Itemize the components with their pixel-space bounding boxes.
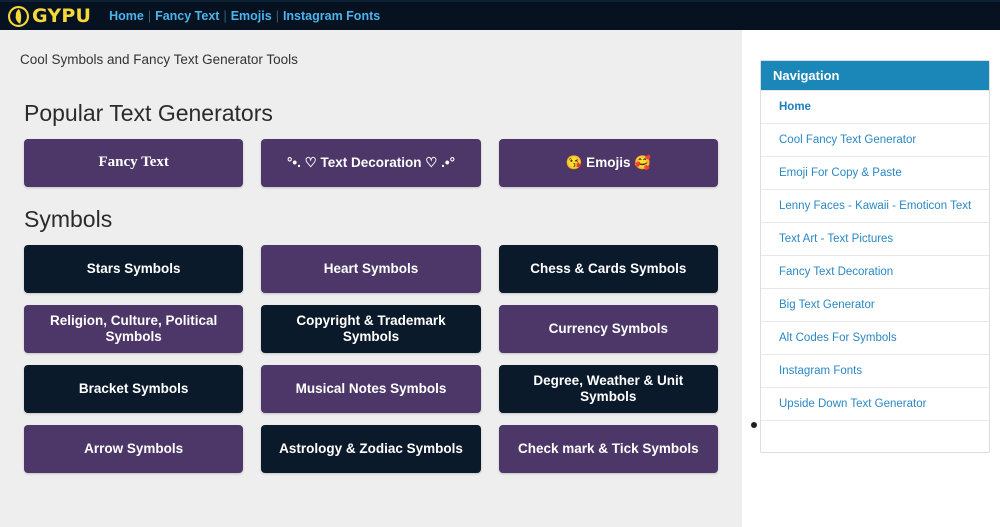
popular-section-title: Popular Text Generators xyxy=(24,100,722,127)
sidebar-item-cool-fancy-text-generator[interactable]: Cool Fancy Text Generator xyxy=(761,123,989,156)
nav-link-emojis[interactable]: Emojis xyxy=(227,9,276,23)
navigation-sidebar: Navigation Home Cool Fancy Text Generato… xyxy=(760,60,990,453)
popular-generators-grid: Fancy Text °•. ♡ Text Decoration ♡ .•° 😘… xyxy=(20,139,722,187)
site-logo[interactable]: GYPU xyxy=(8,6,91,27)
tile-copyright-trademark-symbols[interactable]: Copyright & Trademark Symbols xyxy=(261,305,480,353)
symbols-grid: Stars Symbols Heart Symbols Chess & Card… xyxy=(20,245,722,473)
tile-heart-symbols[interactable]: Heart Symbols xyxy=(261,245,480,293)
sidebar-item-home[interactable]: Home xyxy=(761,90,989,123)
tile-text-decoration[interactable]: °•. ♡ Text Decoration ♡ .•° xyxy=(261,139,480,187)
sidebar-item-lenny-faces[interactable]: Lenny Faces - Kawaii - Emoticon Text xyxy=(761,189,989,222)
primary-nav: Home | Fancy Text | Emojis | Instagram F… xyxy=(105,9,384,23)
sidebar-item-instagram-fonts[interactable]: Instagram Fonts xyxy=(761,354,989,387)
symbols-section-title: Symbols xyxy=(24,206,722,233)
sidebar-item-alt-codes-for-symbols[interactable]: Alt Codes For Symbols xyxy=(761,321,989,354)
sidebar-marker-dot xyxy=(751,422,757,428)
tile-degree-weather-unit-symbols[interactable]: Degree, Weather & Unit Symbols xyxy=(499,365,718,413)
tile-stars-symbols[interactable]: Stars Symbols xyxy=(24,245,243,293)
sidebar-item-fancy-text-decoration[interactable]: Fancy Text Decoration xyxy=(761,255,989,288)
sidebar-item-big-text-generator[interactable]: Big Text Generator xyxy=(761,288,989,321)
page-tagline: Cool Symbols and Fancy Text Generator To… xyxy=(20,30,722,67)
sidebar-item-emoji-copy-paste[interactable]: Emoji For Copy & Paste xyxy=(761,156,989,189)
tile-religion-culture-political-symbols[interactable]: Religion, Culture, Political Symbols xyxy=(24,305,243,353)
tile-arrow-symbols[interactable]: Arrow Symbols xyxy=(24,425,243,473)
tile-fancy-text[interactable]: Fancy Text xyxy=(24,139,243,187)
sidebar-title: Navigation xyxy=(761,61,989,90)
sidebar-item-text-art[interactable]: Text Art - Text Pictures xyxy=(761,222,989,255)
tile-bracket-symbols[interactable]: Bracket Symbols xyxy=(24,365,243,413)
gypu-circle-logo-icon xyxy=(8,6,29,27)
tile-astrology-zodiac-symbols[interactable]: Astrology & Zodiac Symbols xyxy=(261,425,480,473)
sidebar-item-upside-down-text-generator[interactable]: Upside Down Text Generator xyxy=(761,387,989,420)
nav-link-instagram-fonts[interactable]: Instagram Fonts xyxy=(279,9,384,23)
main-content: Cool Symbols and Fancy Text Generator To… xyxy=(0,30,742,527)
site-header: GYPU Home | Fancy Text | Emojis | Instag… xyxy=(0,0,1000,30)
tile-chess-cards-symbols[interactable]: Chess & Cards Symbols xyxy=(499,245,718,293)
sidebar-footer-spacer xyxy=(761,420,989,452)
page-body: Cool Symbols and Fancy Text Generator To… xyxy=(0,30,1000,527)
nav-link-home[interactable]: Home xyxy=(105,9,148,23)
tile-check-mark-tick-symbols[interactable]: Check mark & Tick Symbols xyxy=(499,425,718,473)
logo-text: GYPU xyxy=(32,7,91,26)
tile-emojis[interactable]: 😘 Emojis 🥰 xyxy=(499,139,718,187)
tile-currency-symbols[interactable]: Currency Symbols xyxy=(499,305,718,353)
tile-musical-notes-symbols[interactable]: Musical Notes Symbols xyxy=(261,365,480,413)
nav-link-fancy-text[interactable]: Fancy Text xyxy=(151,9,223,23)
